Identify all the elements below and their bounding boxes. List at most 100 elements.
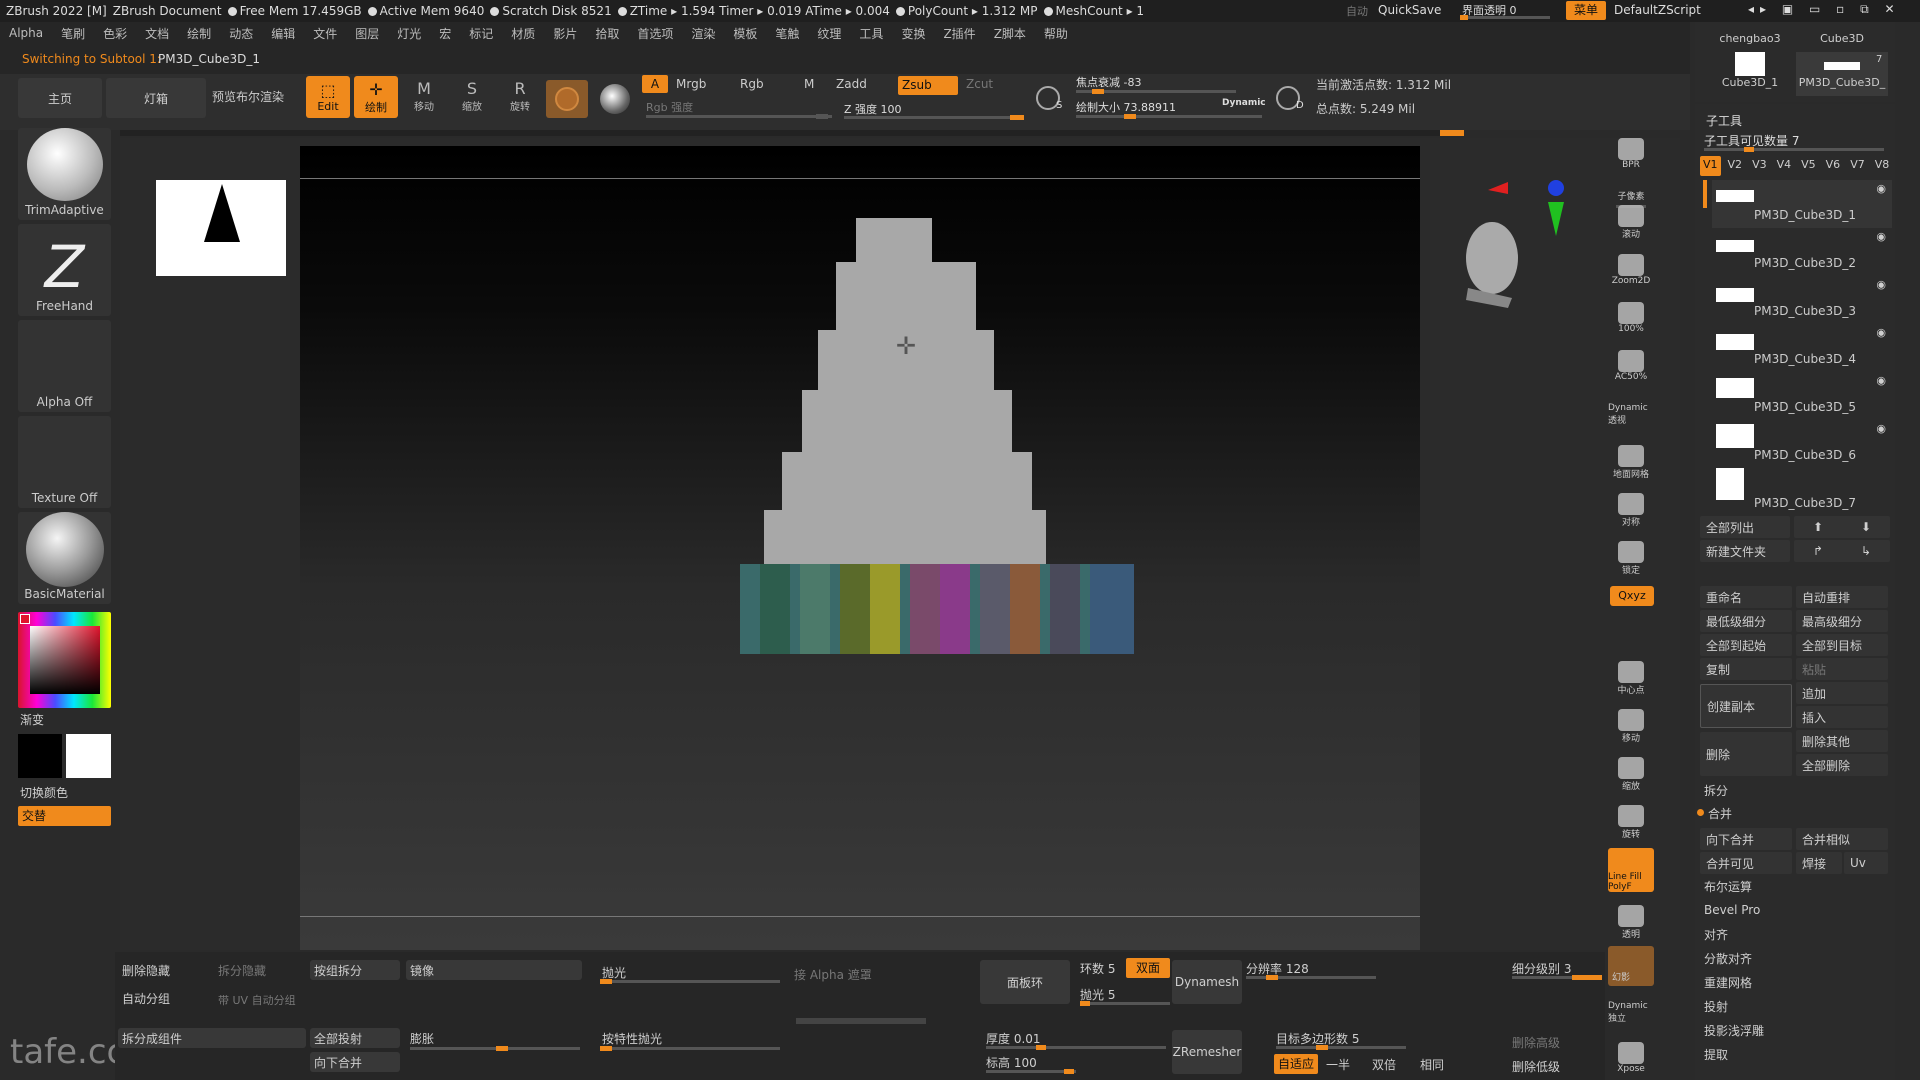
eye-icon[interactable]: ◉ — [1876, 374, 1886, 387]
lock-button[interactable]: 锁定 — [1608, 536, 1654, 580]
folder-arrows[interactable]: ↱ ↳ — [1794, 540, 1890, 562]
version-tab[interactable]: V5 — [1798, 156, 1819, 176]
highest-subdiv-button[interactable]: 最高级细分 — [1796, 610, 1888, 632]
merge-similar-button[interactable]: 合并相似 — [1796, 828, 1888, 850]
same-toggle[interactable]: 相同 — [1420, 1056, 1444, 1073]
list-all-button[interactable]: 全部列出 — [1700, 516, 1790, 538]
tool-thumb-3[interactable]: Cube3D_1 — [1710, 52, 1790, 96]
a-toggle[interactable]: A — [642, 75, 668, 93]
copy-button[interactable]: 复制 — [1700, 658, 1792, 680]
z-intensity-slider[interactable]: Z 强度 100 — [844, 101, 902, 117]
alpha-slot[interactable]: Alpha Off — [18, 320, 111, 412]
groups-split-button[interactable]: 按组拆分 — [310, 960, 400, 980]
menu-item[interactable]: 笔刷 — [61, 25, 85, 42]
subtool-item[interactable]: PM3D_Cube3D_6 ◉ — [1712, 420, 1892, 468]
lightbox-button[interactable]: 灯箱 — [106, 78, 206, 118]
delete-button[interactable]: 删除 — [1700, 732, 1792, 776]
zadd-toggle[interactable]: Zadd — [836, 77, 867, 91]
merge-section[interactable]: 合并 — [1704, 803, 1732, 823]
menu-item[interactable]: 工具 — [859, 25, 883, 42]
menu-item[interactable]: 色彩 — [103, 25, 127, 42]
ghost-button[interactable]: 幻影 — [1608, 946, 1654, 986]
panel-loops-button[interactable]: 面板环 — [980, 960, 1070, 1004]
lowest-subdiv-button[interactable]: 最低级细分 — [1700, 610, 1792, 632]
window-controls[interactable]: ◂▸ ▣ ▭ ▫ ⧉ ✕ — [1748, 2, 1901, 17]
dynamesh-button[interactable]: Dynamesh — [1172, 960, 1242, 1004]
bevel-pro-section[interactable]: Bevel Pro — [1700, 900, 1760, 920]
focal-shift-track[interactable] — [1076, 89, 1236, 94]
rotate-button[interactable]: R 旋转 — [500, 76, 540, 116]
eye-icon[interactable]: ◉ — [1876, 326, 1886, 339]
material-swatch-button[interactable] — [546, 80, 588, 118]
solo-button[interactable]: Dynamic 独立 — [1608, 990, 1654, 1034]
arrow-up-icon[interactable]: ⬆ — [1813, 520, 1823, 534]
zoom2d-button[interactable]: Zoom2D — [1608, 248, 1654, 292]
auto-group-button[interactable]: 自动分组 — [122, 990, 170, 1007]
menu-item[interactable]: 纹理 — [817, 25, 841, 42]
split-section[interactable]: 拆分 — [1700, 780, 1728, 800]
menu-item[interactable]: 绘制 — [187, 25, 211, 42]
default-zscript[interactable]: DefaultZScript — [1614, 3, 1701, 17]
menu-item[interactable]: 拾取 — [595, 25, 619, 42]
insert-button[interactable]: 插入 — [1796, 706, 1888, 728]
merge-down-bottom-button[interactable]: 向下合并 — [310, 1052, 400, 1072]
tool-thumb-4[interactable]: PM3D_Cube3D_ — [1796, 52, 1888, 96]
menu-item[interactable]: 宏 — [439, 25, 451, 42]
version-tab[interactable]: V1 — [1700, 156, 1721, 176]
adaptive-toggle[interactable]: 自适应 — [1274, 1054, 1318, 1074]
version-tab[interactable]: V6 — [1823, 156, 1844, 176]
append-button[interactable]: 追加 — [1796, 682, 1888, 704]
zsub-toggle[interactable]: Zsub — [898, 76, 958, 95]
delete-all-button[interactable]: 全部删除 — [1796, 754, 1888, 776]
xpose-button[interactable]: Xpose — [1608, 1036, 1654, 1080]
transparent-button[interactable]: 透明 — [1608, 900, 1654, 944]
menu-item[interactable]: 图层 — [355, 25, 379, 42]
scroll-button[interactable]: 滚动 — [1608, 200, 1654, 244]
subtool-item[interactable]: PM3D_Cube3D_1 ◉ — [1712, 180, 1892, 228]
split-parts-button[interactable]: 拆分成组件 — [118, 1028, 306, 1048]
subtool-item[interactable]: PM3D_Cube3D_2 ◉ — [1712, 228, 1892, 276]
rgb-intensity-slider[interactable]: Rgb 强度 — [646, 99, 693, 115]
primary-color-swatch[interactable] — [18, 734, 62, 778]
half-size-button[interactable]: AC50% — [1608, 344, 1654, 388]
arrow-curve-icon[interactable]: ↱ — [1813, 544, 1823, 558]
menu-item[interactable]: 渲染 — [691, 25, 715, 42]
delete-hidden-button[interactable]: 删除隐藏 — [122, 962, 170, 979]
symmetry-button[interactable]: 对称 — [1608, 488, 1654, 532]
menu-item[interactable]: Z插件 — [943, 25, 975, 42]
half-toggle[interactable]: 一半 — [1326, 1056, 1350, 1073]
remesh-section[interactable]: 重建网格 — [1700, 972, 1752, 992]
elevation-slider[interactable]: 标高 100 — [986, 1054, 1037, 1071]
texture-slot[interactable]: Texture Off — [18, 416, 111, 508]
menu-item[interactable]: 文件 — [313, 25, 337, 42]
dynamic-toggle[interactable]: Dynamic — [1222, 98, 1266, 108]
by-alpha-toggle[interactable]: 接 Alpha 遮罩 — [794, 966, 872, 983]
delete-other-button[interactable]: 删除其他 — [1796, 730, 1888, 752]
merge-visible-button[interactable]: 合并可见 — [1700, 852, 1792, 874]
shelf-scroll[interactable] — [796, 1018, 926, 1024]
brush-trimadaptive[interactable]: TrimAdaptive — [18, 128, 111, 220]
arrow-return-icon[interactable]: ↳ — [1861, 544, 1871, 558]
arrow-down-icon[interactable]: ⬇ — [1861, 520, 1871, 534]
version-tab[interactable]: V3 — [1749, 156, 1770, 176]
eye-icon[interactable]: ◉ — [1876, 230, 1886, 243]
preview-render-button[interactable]: 预览布尔渲染 — [212, 88, 284, 105]
delete-higher-button[interactable]: 删除高级 — [1512, 1034, 1560, 1051]
visible-count-track[interactable] — [1704, 147, 1884, 152]
polyframe-button[interactable]: Line Fill PolyF — [1608, 848, 1654, 892]
boolean-section[interactable]: 布尔运算 — [1700, 876, 1752, 896]
version-tab[interactable]: V2 — [1725, 156, 1746, 176]
elevation-track[interactable] — [986, 1069, 1076, 1074]
menu-item[interactable]: 文档 — [145, 25, 169, 42]
tool-thumb-2[interactable]: Cube3D — [1796, 22, 1888, 48]
rename-button[interactable]: 重命名 — [1700, 586, 1792, 608]
menu-item[interactable]: 标记 — [469, 25, 493, 42]
menu-item[interactable]: 笔触 — [775, 25, 799, 42]
zremesher-button[interactable]: ZRemesher — [1172, 1030, 1242, 1074]
distribute-section[interactable]: 分散对齐 — [1700, 948, 1752, 968]
transparency-track[interactable] — [1460, 15, 1550, 20]
move-updown-buttons[interactable]: ⬆ ⬇ — [1794, 516, 1890, 538]
tool-thumb-1[interactable]: chengbao3 — [1710, 22, 1790, 48]
subtool-item[interactable]: PM3D_Cube3D_5 ◉ — [1712, 372, 1892, 420]
rotate-view-button[interactable]: 旋转 — [1608, 800, 1654, 844]
